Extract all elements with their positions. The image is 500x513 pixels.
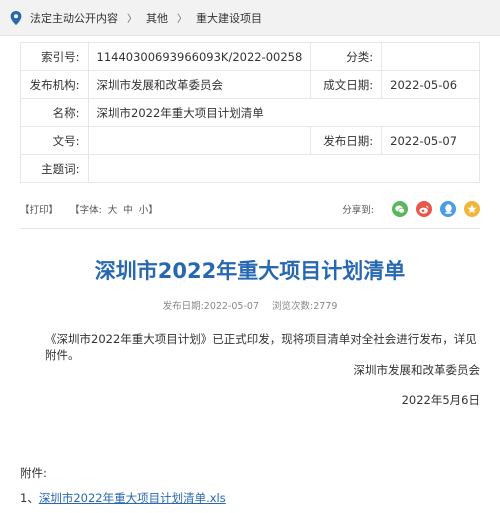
publish-date: 2022-05-07 xyxy=(203,301,259,312)
font-medium-button[interactable]: 中 xyxy=(123,202,133,216)
breadcrumb-item-other[interactable]: 其他 xyxy=(146,10,168,26)
breadcrumb-separator: 〉 xyxy=(127,14,137,25)
doc-number-value xyxy=(87,126,312,155)
meta-row: 名称: 深圳市2022年重大项目计划清单 xyxy=(20,98,481,127)
breadcrumb-separator: 〉 xyxy=(177,14,187,25)
views-count: 2779 xyxy=(313,301,338,312)
section-divider xyxy=(20,228,480,229)
written-date-label: 成文日期: xyxy=(310,70,383,99)
publish-date-label: 发布日期: xyxy=(310,126,383,155)
category-label: 分类: xyxy=(310,42,383,71)
meta-row: 索引号: 11440300693966093K/2022-00258 分类: xyxy=(20,42,480,71)
subject-label: 主题词: xyxy=(20,154,89,183)
attachment-item: 1、深圳市2022年重大项目计划清单.xls xyxy=(20,490,226,506)
article-signature: 深圳市发展和改革委员会 xyxy=(353,363,481,377)
article-body: 《深圳市2022年重大项目计划》已正式印发，现将项目清单对全社会进行发布，详见附… xyxy=(45,332,477,362)
share-label: 分享到: xyxy=(342,205,374,216)
breadcrumb-item-public-content[interactable]: 法定主动公开内容 xyxy=(30,10,118,26)
index-label: 索引号: xyxy=(20,42,89,71)
breadcrumb-item-major-projects[interactable]: 重大建设项目 xyxy=(196,10,262,26)
publisher-value: 深圳市发展和改革委员会 xyxy=(87,70,312,99)
name-value: 深圳市2022年重大项目计划清单 xyxy=(87,98,481,127)
publish-date-value: 2022-05-07 xyxy=(381,126,480,155)
font-large-button[interactable]: 大 xyxy=(108,202,118,216)
article-toolbar: 【打印】 【字体: 大 中 小】 分享到: xyxy=(20,199,480,219)
publisher-label: 发布机构: xyxy=(20,70,89,99)
meta-row: 主题词: xyxy=(20,154,481,183)
attachments-label: 附件: xyxy=(20,466,47,480)
written-date-value: 2022-05-06 xyxy=(381,70,480,99)
location-pin-icon xyxy=(10,10,22,25)
document-meta-table: 索引号: 11440300693966093K/2022-00258 分类: 发… xyxy=(20,42,481,183)
breadcrumb: 法定主动公开内容 〉 其他 〉 重大建设项目 xyxy=(0,0,500,36)
font-small-button[interactable]: 小 xyxy=(139,202,149,216)
print-button[interactable]: 打印 xyxy=(30,202,49,216)
share-bar: 分享到: xyxy=(342,201,480,217)
meta-row: 发布机构: 深圳市发展和改革委员会 成文日期: 2022-05-06 xyxy=(20,70,480,99)
weibo-icon[interactable] xyxy=(416,201,432,217)
article-info: 发布日期:2022-05-07 浏览次数:2779 xyxy=(0,298,500,312)
wechat-icon[interactable] xyxy=(392,201,408,217)
qq-icon[interactable] xyxy=(440,201,456,217)
font-size-label: 字体: xyxy=(79,205,102,216)
name-label: 名称: xyxy=(20,98,89,127)
doc-number-label: 文号: xyxy=(20,126,89,155)
article-title: 深圳市2022年重大项目计划清单 xyxy=(94,259,406,283)
qzone-icon[interactable] xyxy=(464,201,480,217)
meta-row: 文号: 发布日期: 2022-05-07 xyxy=(20,126,480,155)
attachment-index: 1、 xyxy=(20,491,39,505)
views-label: 浏览次数: xyxy=(272,301,314,312)
category-value xyxy=(381,42,480,71)
subject-value xyxy=(87,154,481,183)
index-value: 11440300693966093K/2022-00258 xyxy=(87,42,312,71)
publish-date-label: 发布日期: xyxy=(162,301,204,312)
article-date: 2022年5月6日 xyxy=(401,393,480,407)
attachment-link[interactable]: 深圳市2022年重大项目计划清单.xls xyxy=(39,491,226,505)
